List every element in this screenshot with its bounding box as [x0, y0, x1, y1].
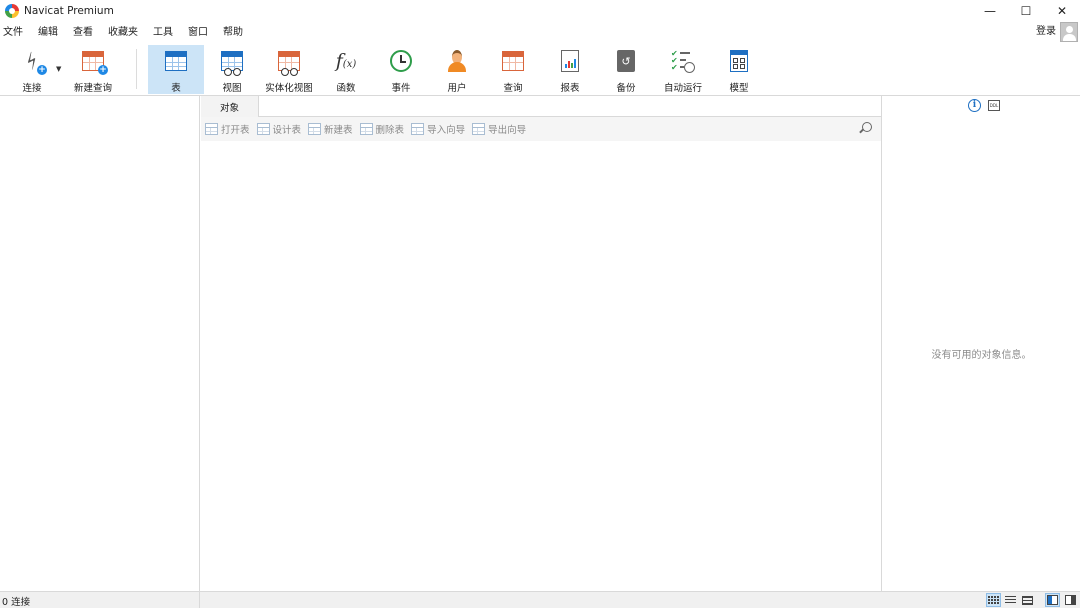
menu-edit[interactable]: 编辑	[34, 22, 69, 43]
ddl-icon[interactable]: DDL	[988, 100, 1000, 111]
open-table-icon	[205, 123, 218, 135]
toolbar-table-button[interactable]: 表	[148, 45, 204, 94]
backup-icon: ↺	[614, 49, 638, 73]
toolbar-separator	[136, 49, 137, 89]
toolbar-view-button[interactable]: 视图	[210, 45, 254, 94]
info-icon[interactable]: i	[968, 99, 981, 112]
import-wizard-button[interactable]: 导入向导	[411, 122, 465, 136]
close-button[interactable]: ✕	[1044, 0, 1080, 22]
search-icon[interactable]	[862, 122, 872, 132]
toolbar-function-button[interactable]: f(x) 函数	[324, 45, 368, 94]
view-icon	[220, 49, 244, 76]
object-tab-strip: 对象	[201, 96, 881, 117]
menu-view[interactable]: 查看	[69, 22, 104, 43]
new-table-button[interactable]: 新建表	[308, 122, 353, 136]
open-table-button[interactable]: 打开表	[205, 122, 250, 136]
menu-help[interactable]: 帮助	[219, 22, 254, 43]
toolbar-automation-button[interactable]: ✔ ✔ ✔ 自动运行	[658, 45, 708, 95]
query-icon	[501, 49, 525, 73]
menu-favorites[interactable]: 收藏夹	[104, 22, 149, 43]
toolbar-user-button[interactable]: 用户	[435, 45, 479, 94]
menu-file[interactable]: 文件	[0, 22, 34, 43]
toolbar-connect-button[interactable]: ⚡ + 连接	[10, 45, 54, 94]
no-object-info-text: 没有可用的对象信息。	[931, 350, 1032, 361]
window-title: Navicat Premium	[24, 5, 114, 17]
toolbar-query-button[interactable]: 查询	[491, 45, 535, 94]
toolbar-backup-button[interactable]: ↺ 备份	[604, 45, 648, 94]
navicat-logo-icon	[5, 4, 19, 18]
report-icon	[558, 49, 582, 73]
toolbar-new-query-button[interactable]: + 新建查询	[66, 45, 120, 94]
export-wizard-button[interactable]: 导出向导	[472, 122, 526, 136]
toolbar-event-button[interactable]: 事件	[379, 45, 423, 94]
minimize-button[interactable]: —	[972, 0, 1008, 22]
toolbar-report-button[interactable]: 报表	[548, 45, 592, 94]
connection-count: 0 连接	[2, 597, 31, 608]
list-view-icon	[1005, 595, 1016, 605]
toolbar-model-button[interactable]: 模型	[717, 45, 761, 94]
toggle-right-panel-button[interactable]	[1063, 593, 1078, 607]
plug-icon: ⚡ +	[18, 47, 47, 75]
menu-tools[interactable]: 工具	[149, 22, 184, 43]
design-table-icon	[256, 123, 270, 135]
main-toolbar: ⚡ + 连接 ▼ + 新建查询 表 视图 实体化视图 f(x) 函数 事件 用户 …	[0, 43, 1080, 96]
menu-bar: 文件 编辑 查看 收藏夹 工具 窗口 帮助	[0, 22, 1080, 43]
automation-icon: ✔ ✔ ✔	[671, 49, 695, 73]
maximize-button[interactable]: ☐	[1008, 0, 1044, 22]
detail-view-icon	[1022, 595, 1033, 605]
connect-dropdown-arrow-icon[interactable]: ▼	[56, 65, 61, 73]
grid-view-button[interactable]	[986, 593, 1001, 607]
status-separator	[199, 592, 200, 608]
menu-window[interactable]: 窗口	[184, 22, 219, 43]
import-wizard-icon	[411, 123, 425, 135]
object-list-area[interactable]	[201, 141, 881, 591]
avatar-icon[interactable]	[1060, 22, 1078, 42]
user-icon	[445, 49, 469, 73]
delete-table-icon	[359, 123, 373, 135]
tab-strip-empty	[259, 96, 881, 116]
design-table-button[interactable]: 设计表	[256, 122, 301, 136]
export-wizard-icon	[472, 123, 486, 135]
status-bar: 0 连接	[0, 591, 1080, 608]
toggle-left-panel-button[interactable]	[1045, 593, 1060, 607]
function-icon: f(x)	[335, 50, 357, 72]
toolbar-materialized-view-button[interactable]: 实体化视图	[260, 45, 318, 94]
left-panel-icon	[1047, 595, 1058, 605]
delete-table-button[interactable]: 删除表	[359, 122, 404, 136]
title-bar: Navicat Premium — ☐ ✕	[0, 0, 1080, 22]
detail-view-button[interactable]	[1020, 593, 1035, 607]
object-info-panel: i DDL 没有可用的对象信息。	[881, 96, 1080, 591]
grid-view-icon	[988, 595, 999, 605]
right-panel-icon	[1065, 595, 1076, 605]
window-controls: — ☐ ✕	[972, 0, 1080, 22]
new-table-icon	[308, 123, 322, 135]
object-toolbar: 打开表 设计表 新建表 删除表 导入向导 导出向导	[201, 117, 881, 141]
event-clock-icon	[389, 49, 413, 73]
model-icon	[727, 49, 751, 73]
table-icon	[164, 49, 188, 73]
new-query-icon: +	[81, 49, 108, 75]
materialized-view-icon	[277, 49, 301, 76]
tab-objects[interactable]: 对象	[201, 96, 259, 117]
connection-tree-panel[interactable]	[0, 96, 200, 591]
login-link[interactable]: 登录	[1036, 22, 1056, 42]
list-view-button[interactable]	[1003, 593, 1018, 607]
